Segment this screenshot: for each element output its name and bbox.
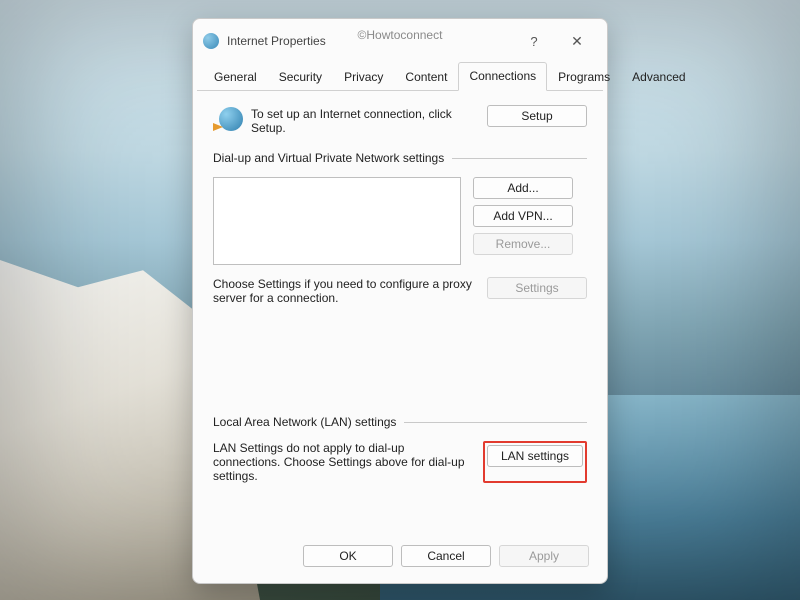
remove-button: Remove... — [473, 233, 573, 255]
add-button[interactable]: Add... — [473, 177, 573, 199]
tab-advanced[interactable]: Advanced — [621, 62, 696, 91]
lan-description: LAN Settings do not apply to dial-up con… — [213, 441, 471, 483]
setup-description: To set up an Internet connection, click … — [251, 105, 479, 135]
apply-button: Apply — [499, 545, 589, 567]
divider — [404, 422, 587, 423]
tab-strip: General Security Privacy Content Connect… — [197, 61, 603, 91]
dialup-listbox[interactable] — [213, 177, 461, 265]
internet-options-icon — [203, 33, 219, 49]
ok-button[interactable]: OK — [303, 545, 393, 567]
titlebar: Internet Properties ©Howtoconnect ? ✕ — [193, 19, 607, 61]
internet-properties-dialog: Internet Properties ©Howtoconnect ? ✕ Ge… — [192, 18, 608, 584]
tab-connections[interactable]: Connections — [458, 62, 547, 91]
dialup-settings-button: Settings — [487, 277, 587, 299]
cancel-button[interactable]: Cancel — [401, 545, 491, 567]
tab-programs[interactable]: Programs — [547, 62, 621, 91]
tab-content: To set up an Internet connection, click … — [193, 91, 607, 535]
lan-settings-highlight: LAN settings — [483, 441, 587, 483]
lan-heading: Local Area Network (LAN) settings — [213, 415, 396, 429]
tab-general[interactable]: General — [203, 62, 268, 91]
add-vpn-button[interactable]: Add VPN... — [473, 205, 573, 227]
choose-settings-text: Choose Settings if you need to configure… — [213, 277, 475, 305]
tab-privacy[interactable]: Privacy — [333, 62, 394, 91]
globe-icon — [213, 105, 243, 135]
help-button[interactable]: ? — [519, 27, 549, 55]
setup-button[interactable]: Setup — [487, 105, 587, 127]
divider — [452, 158, 587, 159]
dialog-footer: OK Cancel Apply — [193, 535, 607, 583]
dialup-heading: Dial-up and Virtual Private Network sett… — [213, 151, 444, 165]
close-button[interactable]: ✕ — [557, 27, 597, 55]
window-title: Internet Properties — [227, 34, 326, 48]
tab-security[interactable]: Security — [268, 62, 333, 91]
tab-content[interactable]: Content — [394, 62, 458, 91]
lan-settings-button[interactable]: LAN settings — [487, 445, 583, 467]
